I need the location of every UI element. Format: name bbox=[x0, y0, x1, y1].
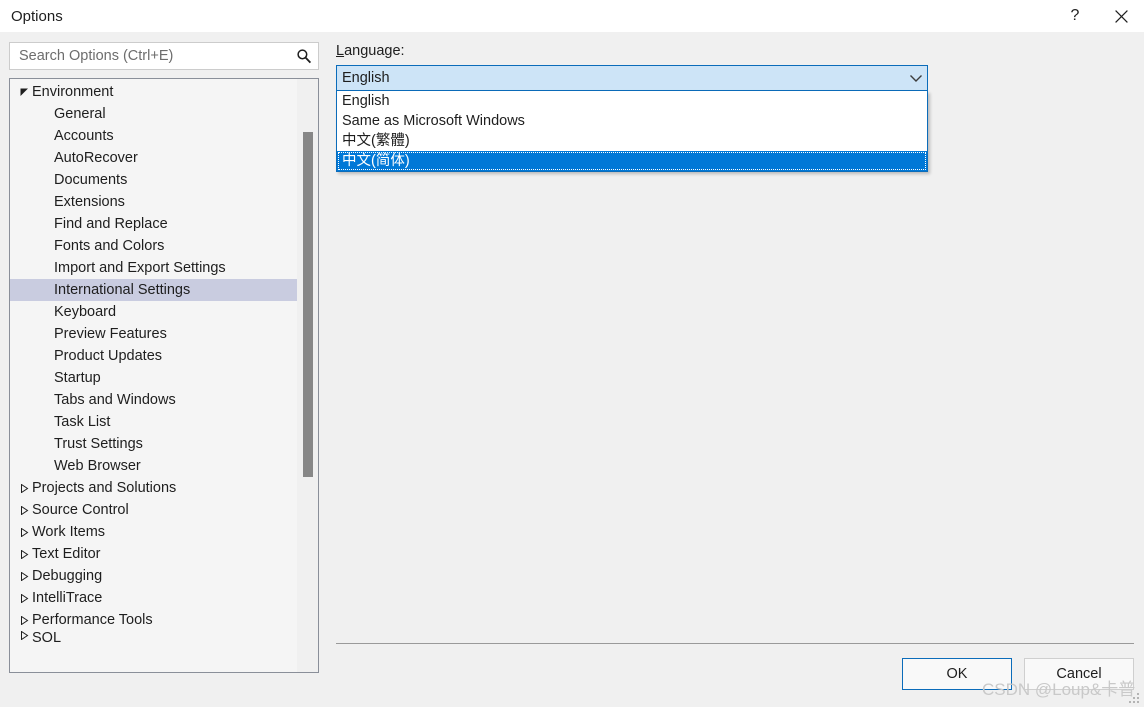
tree-item-label: Fonts and Colors bbox=[54, 237, 165, 254]
language-combo-dropdown-list[interactable]: English Same as Microsoft Windows 中文(繁體) 中文… bbox=[336, 91, 928, 172]
search-box[interactable] bbox=[9, 42, 319, 70]
tree-item-general[interactable]: General bbox=[10, 103, 297, 125]
tree-item-label: General bbox=[54, 105, 106, 122]
tree-item-trust-settings[interactable]: Trust Settings bbox=[10, 433, 297, 455]
language-label-accel: L bbox=[336, 43, 345, 59]
language-option-4[interactable]: 中文(简体) bbox=[337, 151, 927, 171]
tree-item-label: Startup bbox=[54, 369, 101, 386]
close-icon[interactable] bbox=[1098, 0, 1144, 32]
tree-item-label: International Settings bbox=[54, 281, 191, 298]
tree-item-debugging[interactable]: Debugging bbox=[10, 565, 297, 587]
tree-item-label: Environment bbox=[32, 83, 114, 100]
tree-item-international-settings[interactable]: International Settings bbox=[10, 279, 297, 301]
tree-scrollbar[interactable] bbox=[297, 79, 318, 672]
footer-buttons: OK Cancel bbox=[902, 658, 1134, 690]
language-option-3[interactable]: 中文(繁體) bbox=[337, 131, 927, 151]
tree-item-web-browser[interactable]: Web Browser bbox=[10, 455, 297, 477]
tree-item-sql[interactable]: SQL bbox=[10, 631, 297, 642]
tree-item-extensions[interactable]: Extensions bbox=[10, 191, 297, 213]
tree-item-source-control[interactable]: Source Control bbox=[10, 499, 297, 521]
tree-item-label: Import and Export Settings bbox=[54, 259, 226, 276]
title-bar: Options ? bbox=[0, 0, 1144, 32]
tree-item-label: Source Control bbox=[32, 501, 129, 518]
tree-item-label: Work Items bbox=[32, 523, 106, 540]
tree-item-fonts-and-colors[interactable]: Fonts and Colors bbox=[10, 235, 297, 257]
tree-item-environment[interactable]: Environment bbox=[10, 81, 297, 103]
triangle-right-icon[interactable] bbox=[10, 549, 32, 559]
tree-item-startup[interactable]: Startup bbox=[10, 367, 297, 389]
tree-item-label: IntelliTrace bbox=[32, 589, 103, 606]
search-icon[interactable] bbox=[290, 48, 318, 64]
search-input[interactable] bbox=[10, 43, 290, 69]
tree-item-autorecover[interactable]: AutoRecover bbox=[10, 147, 297, 169]
tree-item-label: Find and Replace bbox=[54, 215, 168, 232]
tree-item-projects-and-solutions[interactable]: Projects and Solutions bbox=[10, 477, 297, 499]
language-combo-value: English bbox=[342, 69, 390, 86]
tree-item-product-updates[interactable]: Product Updates bbox=[10, 345, 297, 367]
triangle-right-icon[interactable] bbox=[10, 527, 32, 537]
window-title: Options bbox=[11, 7, 63, 25]
triangle-right-icon[interactable] bbox=[10, 571, 32, 581]
tree-item-tabs-and-windows[interactable]: Tabs and Windows bbox=[10, 389, 297, 411]
triangle-down-icon[interactable] bbox=[10, 88, 32, 97]
tree-item-label: Product Updates bbox=[54, 347, 163, 364]
resize-grip[interactable] bbox=[1127, 691, 1141, 705]
tree-item-performance-tools[interactable]: Performance Tools bbox=[10, 609, 297, 631]
tree-scrollbar-thumb[interactable] bbox=[303, 132, 313, 477]
cancel-button[interactable]: Cancel bbox=[1024, 658, 1134, 690]
options-category-tree[interactable]: Environment General Accounts AutoRecover Doc… bbox=[9, 78, 319, 673]
tree-item-label: Accounts bbox=[54, 127, 114, 144]
tree-item-label: Performance Tools bbox=[32, 611, 153, 628]
triangle-right-icon[interactable] bbox=[10, 631, 32, 640]
tree-item-documents[interactable]: Documents bbox=[10, 169, 297, 191]
options-dialog-body: Environment General Accounts AutoRecover Doc… bbox=[0, 32, 1144, 707]
language-settings-pane: Language: English English Same as Microso… bbox=[336, 42, 1134, 172]
tree-item-label: Projects and Solutions bbox=[32, 479, 177, 496]
language-label-rest: anguage: bbox=[344, 43, 405, 59]
tree-item-label: SQL bbox=[32, 631, 62, 642]
tree-item-label: Documents bbox=[54, 171, 128, 188]
tree-item-find-and-replace[interactable]: Find and Replace bbox=[10, 213, 297, 235]
tree-item-task-list[interactable]: Task List bbox=[10, 411, 297, 433]
tree-item-accounts[interactable]: Accounts bbox=[10, 125, 297, 147]
ok-button[interactable]: OK bbox=[902, 658, 1012, 690]
language-combo-box[interactable]: English bbox=[336, 65, 928, 91]
language-option-1[interactable]: English bbox=[337, 91, 927, 111]
tree-item-preview-features[interactable]: Preview Features bbox=[10, 323, 297, 345]
chevron-down-icon[interactable] bbox=[905, 74, 927, 83]
footer-separator bbox=[336, 643, 1134, 644]
tree-item-label: Trust Settings bbox=[54, 435, 143, 452]
tree-item-label: Debugging bbox=[32, 567, 103, 584]
tree-list: Environment General Accounts AutoRecover Doc… bbox=[10, 79, 297, 672]
language-combo-wrap: English English Same as Microsoft Windows… bbox=[336, 65, 928, 172]
language-option-2[interactable]: Same as Microsoft Windows bbox=[337, 111, 927, 131]
tree-item-label: Tabs and Windows bbox=[54, 391, 176, 408]
help-icon[interactable]: ? bbox=[1052, 0, 1098, 32]
tree-item-keyboard[interactable]: Keyboard bbox=[10, 301, 297, 323]
tree-item-label: Preview Features bbox=[54, 325, 167, 342]
tree-item-label: Keyboard bbox=[54, 303, 117, 320]
triangle-right-icon[interactable] bbox=[10, 483, 32, 493]
tree-item-label: AutoRecover bbox=[54, 149, 138, 166]
tree-item-label: Extensions bbox=[54, 193, 125, 210]
tree-item-intellitrace[interactable]: IntelliTrace bbox=[10, 587, 297, 609]
tree-item-import-and-export-settings[interactable]: Import and Export Settings bbox=[10, 257, 297, 279]
tree-item-text-editor[interactable]: Text Editor bbox=[10, 543, 297, 565]
tree-item-label: Web Browser bbox=[54, 457, 141, 474]
tree-item-label: Text Editor bbox=[32, 545, 101, 562]
tree-item-label: Task List bbox=[54, 413, 111, 430]
triangle-right-icon[interactable] bbox=[10, 505, 32, 515]
language-label: Language: bbox=[336, 43, 405, 59]
triangle-right-icon[interactable] bbox=[10, 593, 32, 603]
title-bar-buttons: ? bbox=[1052, 0, 1144, 32]
tree-item-work-items[interactable]: Work Items bbox=[10, 521, 297, 543]
triangle-right-icon[interactable] bbox=[10, 615, 32, 625]
